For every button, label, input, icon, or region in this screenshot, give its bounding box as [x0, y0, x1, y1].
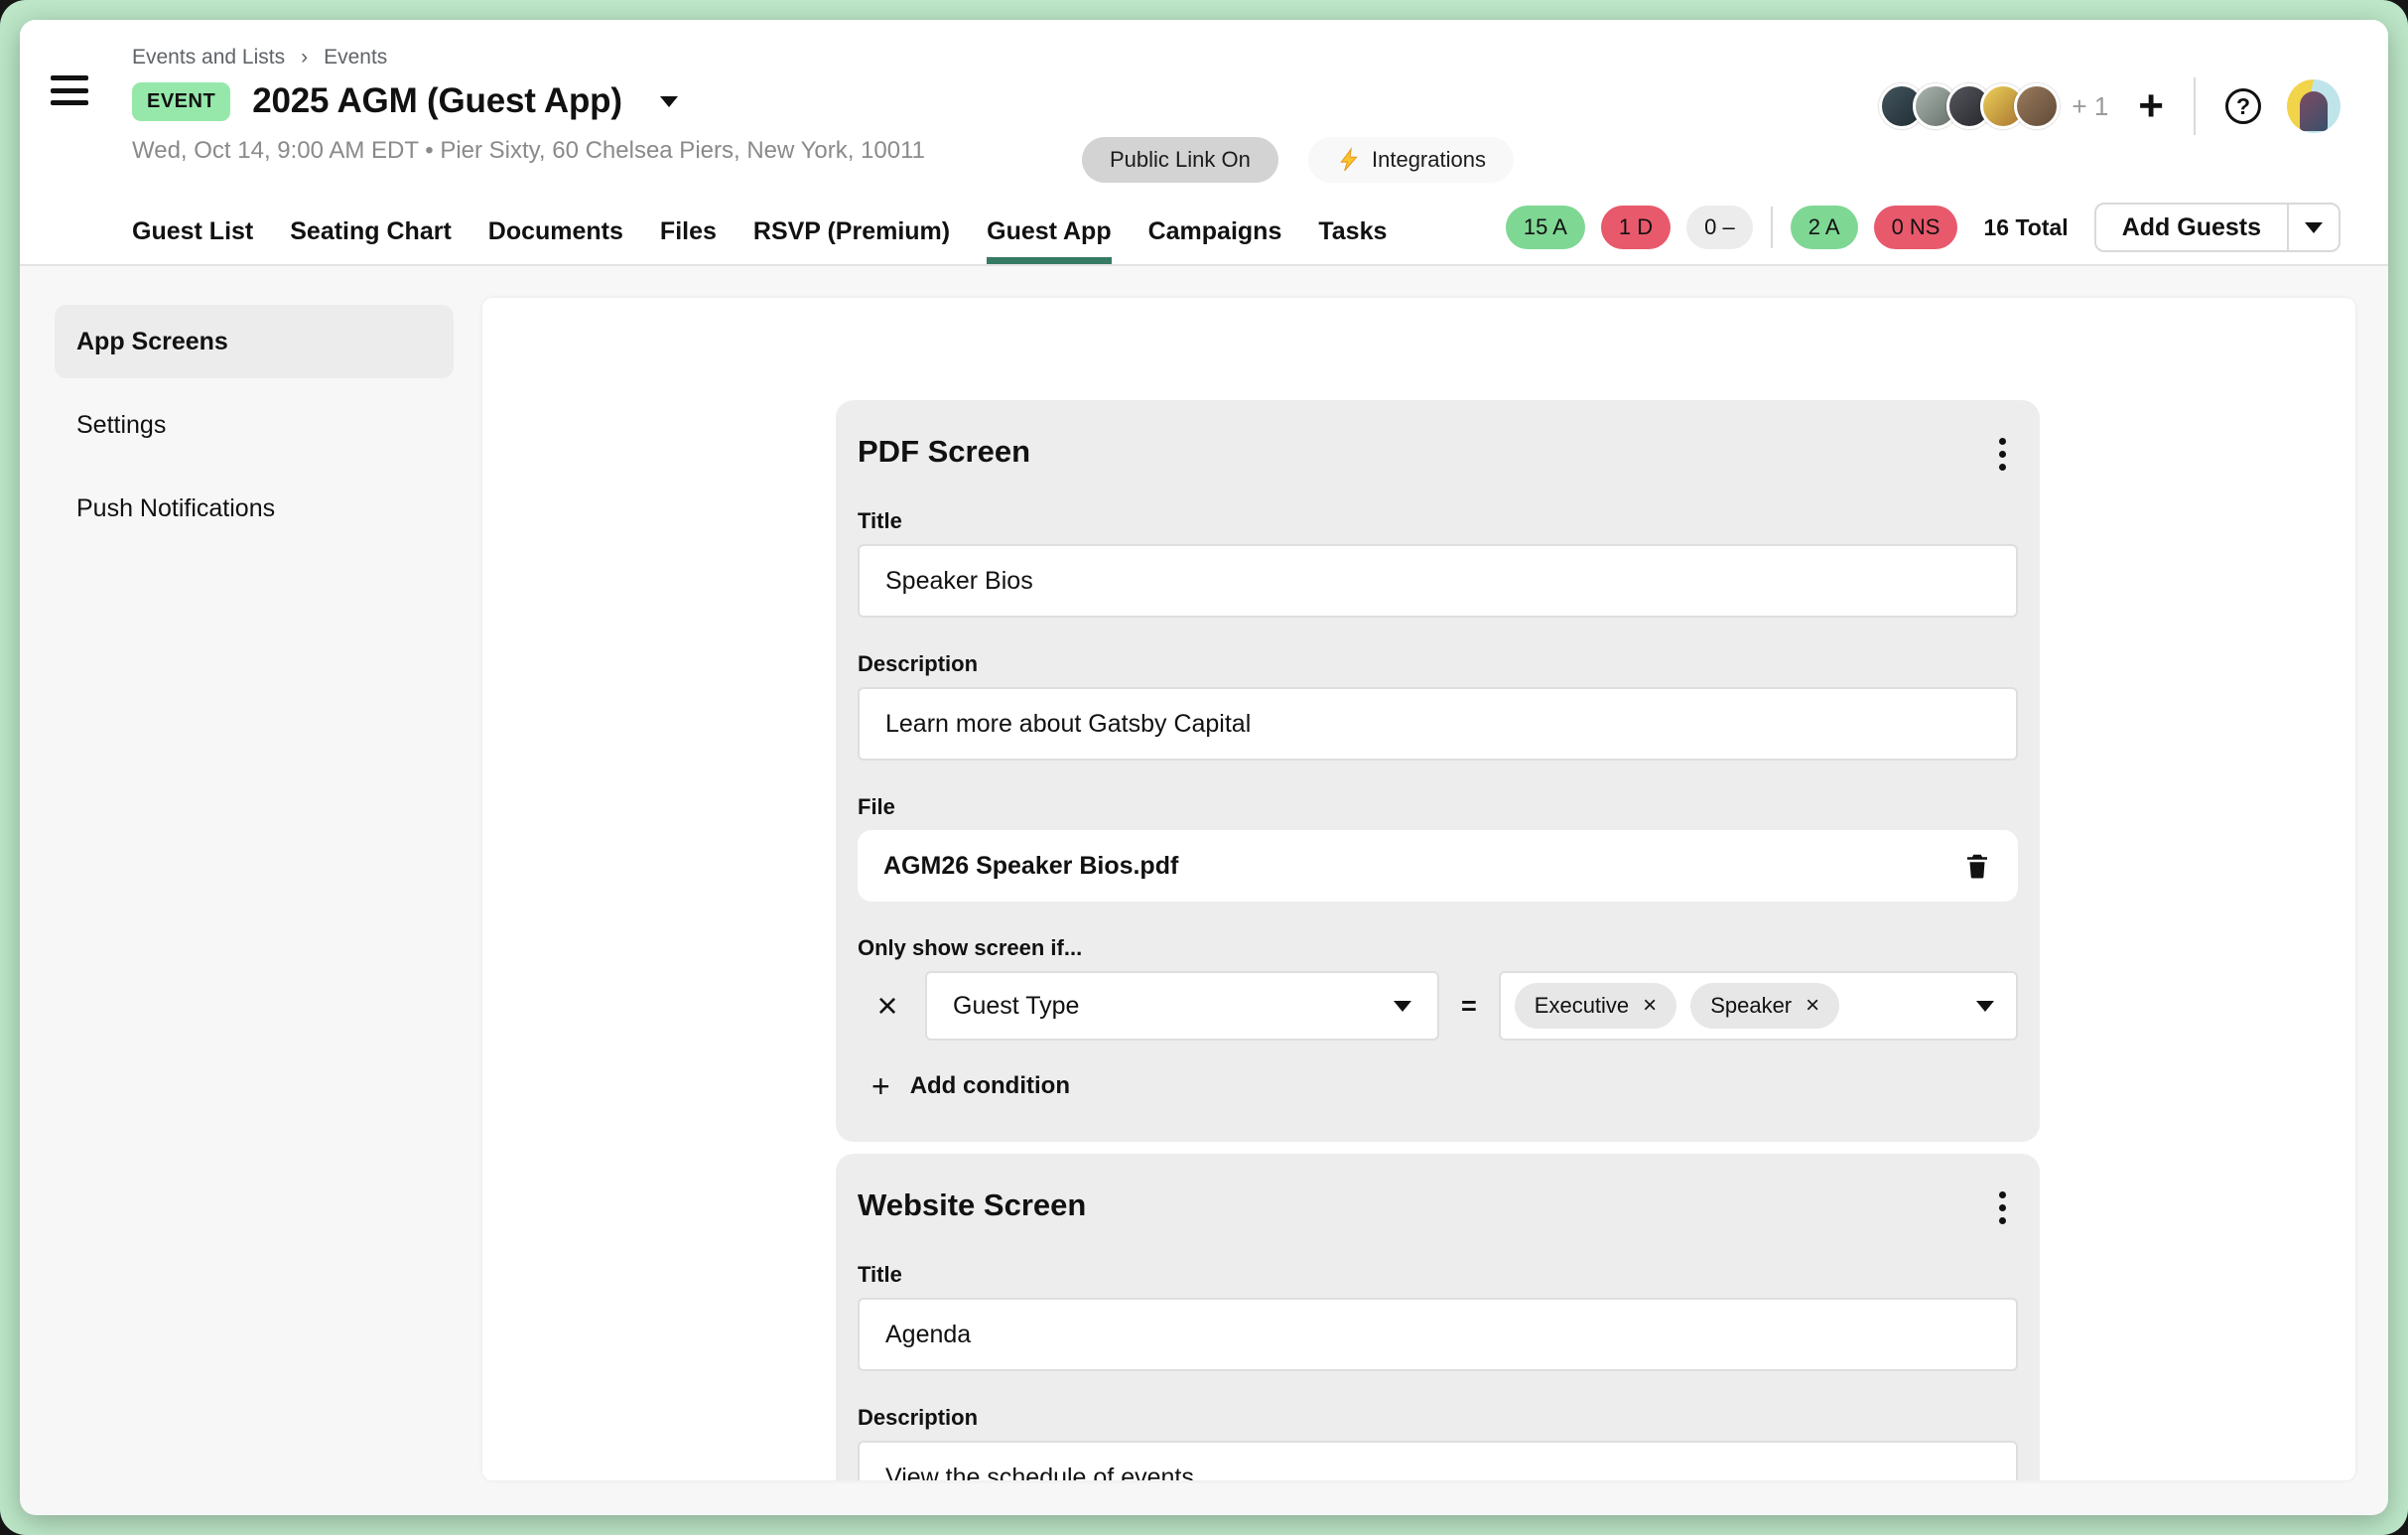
tab-seating-chart[interactable]: Seating Chart — [290, 217, 452, 264]
tab-bar: Guest List Seating Chart Documents Files… — [132, 217, 1387, 264]
content-area: App Screens Settings Push Notifications … — [20, 266, 2388, 1513]
condition-value-chip: Speaker × — [1690, 983, 1839, 1029]
count-attending-badge[interactable]: 15 A — [1506, 206, 1585, 249]
kebab-menu-icon[interactable] — [1987, 428, 2018, 481]
title-input[interactable] — [858, 544, 2018, 618]
page-title: 2025 AGM (Guest App) — [252, 81, 622, 121]
condition-field-value: Guest Type — [953, 992, 1079, 1021]
tab-tasks[interactable]: Tasks — [1318, 217, 1387, 264]
app-window: Events and Lists › Events EVENT 2025 AGM… — [20, 20, 2388, 1515]
event-type-badge: EVENT — [132, 82, 230, 121]
breadcrumb-events[interactable]: Events — [324, 46, 387, 70]
values-chevron-down-icon — [1976, 1001, 1994, 1012]
description-field-label: Description — [858, 651, 2018, 677]
condition-row: × Guest Type = Executive × Speaker × — [871, 971, 2018, 1041]
remove-condition-icon[interactable]: × — [871, 988, 903, 1024]
counts-divider — [1771, 207, 1773, 248]
sidebar-item-push-notifications[interactable]: Push Notifications — [55, 472, 454, 545]
user-avatar[interactable] — [2287, 79, 2341, 133]
breadcrumb-separator-icon: › — [301, 46, 308, 70]
header-divider — [2194, 77, 2196, 135]
pdf-screen-card: PDF Screen Title Description File AGM26 … — [836, 400, 2040, 1142]
card-title: PDF Screen — [858, 434, 1030, 470]
select-chevron-down-icon — [1394, 1001, 1411, 1012]
avatar[interactable] — [2014, 83, 2060, 129]
integrations-label: Integrations — [1372, 147, 1486, 173]
condition-operator: = — [1461, 991, 1477, 1022]
add-guests-chevron-down-icon[interactable] — [2287, 205, 2339, 250]
breadcrumb-events-and-lists[interactable]: Events and Lists — [132, 46, 285, 70]
file-field-label: File — [858, 794, 2018, 820]
file-name: AGM26 Speaker Bios.pdf — [883, 852, 1178, 881]
public-link-toggle[interactable]: Public Link On — [1082, 137, 1278, 183]
tab-files[interactable]: Files — [660, 217, 717, 264]
condition-field-select[interactable]: Guest Type — [925, 971, 1439, 1041]
title-input[interactable] — [858, 1298, 2018, 1371]
header: Events and Lists › Events EVENT 2025 AGM… — [20, 20, 2388, 266]
count-no-show-badge[interactable]: 0 NS — [1874, 206, 1958, 249]
event-date-location: Wed, Oct 14, 9:00 AM EDT • Pier Sixty, 6… — [132, 137, 925, 165]
collaborator-avatars[interactable] — [1879, 83, 2060, 129]
tab-documents[interactable]: Documents — [488, 217, 623, 264]
count-arrived-badge[interactable]: 2 A — [1791, 206, 1858, 249]
header-left: Events and Lists › Events EVENT 2025 AGM… — [132, 46, 925, 165]
tab-campaigns[interactable]: Campaigns — [1148, 217, 1282, 264]
description-field-label: Description — [858, 1405, 2018, 1431]
add-guests-label[interactable]: Add Guests — [2096, 205, 2287, 250]
integrations-button[interactable]: Integrations — [1308, 137, 1514, 183]
title-field-label: Title — [858, 1262, 2018, 1288]
kebab-menu-icon[interactable] — [1987, 1182, 2018, 1234]
condition-section-label: Only show screen if... — [858, 935, 2018, 961]
add-condition-plus-icon: + — [871, 1070, 890, 1102]
add-condition-button[interactable]: + Add condition — [871, 1070, 2018, 1102]
add-collaborator-plus-icon[interactable]: + — [2138, 84, 2164, 128]
header-actions: + 1 + ? — [1879, 77, 2341, 135]
condition-values-select[interactable]: Executive × Speaker × — [1499, 971, 2018, 1041]
add-condition-label: Add condition — [910, 1072, 1070, 1100]
guest-counts: 15 A 1 D 0 – 2 A 0 NS 16 Total Add Guest… — [1506, 203, 2341, 252]
sidebar: App Screens Settings Push Notifications — [55, 305, 454, 545]
add-guests-button[interactable]: Add Guests — [2094, 203, 2341, 252]
sidebar-item-app-screens[interactable]: App Screens — [55, 305, 454, 378]
file-row: AGM26 Speaker Bios.pdf — [858, 830, 2018, 902]
chip-remove-icon[interactable]: × — [1643, 992, 1657, 1020]
count-declined-badge[interactable]: 1 D — [1601, 206, 1671, 249]
title-row: EVENT 2025 AGM (Guest App) — [132, 81, 925, 121]
help-icon[interactable]: ? — [2225, 88, 2261, 124]
trash-icon[interactable] — [1962, 851, 1992, 881]
total-guests-label: 16 Total — [1983, 214, 2068, 241]
collaborators-overflow-count[interactable]: + 1 — [2072, 91, 2108, 122]
tab-rsvp-premium[interactable]: RSVP (Premium) — [753, 217, 950, 264]
sidebar-item-settings[interactable]: Settings — [55, 388, 454, 462]
main-panel: PDF Screen Title Description File AGM26 … — [482, 298, 2355, 1480]
description-input[interactable] — [858, 687, 2018, 761]
page-background: Events and Lists › Events EVENT 2025 AGM… — [0, 0, 2408, 1535]
count-unanswered-badge[interactable]: 0 – — [1686, 206, 1753, 249]
lightning-icon — [1336, 147, 1362, 173]
breadcrumb: Events and Lists › Events — [132, 46, 925, 70]
tab-guest-list[interactable]: Guest List — [132, 217, 253, 264]
tab-guest-app[interactable]: Guest App — [987, 217, 1111, 264]
title-field-label: Title — [858, 508, 2018, 534]
card-title: Website Screen — [858, 1187, 1086, 1223]
title-chevron-down-icon[interactable] — [660, 96, 678, 107]
chip-label: Speaker — [1710, 993, 1792, 1019]
description-input[interactable] — [858, 1441, 2018, 1480]
condition-value-chip: Executive × — [1515, 983, 1676, 1029]
hamburger-menu-icon[interactable] — [51, 75, 88, 105]
chip-label: Executive — [1535, 993, 1629, 1019]
website-screen-card: Website Screen Title Description — [836, 1154, 2040, 1480]
chip-remove-icon[interactable]: × — [1806, 992, 1819, 1020]
